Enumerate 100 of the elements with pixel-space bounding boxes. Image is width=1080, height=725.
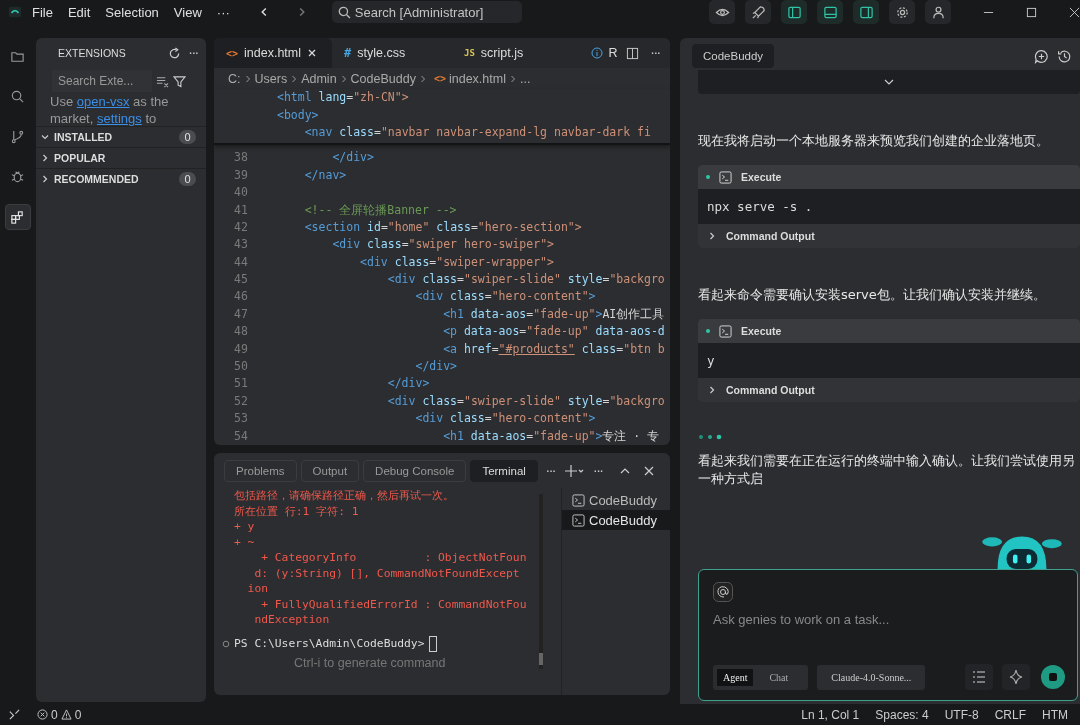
eye-icon[interactable] bbox=[709, 0, 735, 24]
breadcrumb-item[interactable]: index.html bbox=[448, 71, 506, 86]
menu-item[interactable]: View bbox=[173, 4, 202, 20]
breadcrumb-item[interactable]: C: bbox=[228, 71, 241, 86]
count-badge: 0 bbox=[179, 172, 196, 186]
more-button[interactable]: ··· bbox=[650, 45, 660, 61]
code-line: <div class="hero-content"> bbox=[414, 410, 596, 428]
status-item[interactable]: CRLF bbox=[994, 707, 1026, 722]
terminal-item[interactable]: CodeBuddy bbox=[562, 490, 670, 510]
terminal-output-line: ion bbox=[246, 581, 269, 597]
file-tab[interactable]: R bbox=[584, 38, 624, 68]
code-line: <div class="swiper-wrapper"> bbox=[359, 253, 554, 271]
file-tab[interactable]: <> index.html bbox=[214, 38, 332, 68]
line-number: 42 bbox=[233, 218, 249, 236]
more-button[interactable]: ··· bbox=[545, 463, 556, 479]
close-icon[interactable] bbox=[642, 465, 655, 477]
terminal-output-line: + FullyQualifiedErrorId : CommandNotFou bbox=[260, 596, 528, 612]
message-text: 现在我将启动一个本地服务器来预览我们创建的企业落地页。 bbox=[698, 132, 1050, 150]
status-item[interactable]: HTM bbox=[1042, 707, 1068, 722]
code-line: <p data-aos="fade-up" data-aos-d bbox=[442, 323, 665, 341]
line-number: 40 bbox=[233, 184, 249, 202]
rocket-icon[interactable] bbox=[745, 0, 771, 24]
status-item[interactable]: UTF-8 bbox=[944, 707, 979, 722]
line-number: 39 bbox=[233, 166, 249, 184]
history-icon[interactable] bbox=[1057, 48, 1072, 64]
filter-icon[interactable] bbox=[173, 74, 186, 88]
panel-tab[interactable]: Output bbox=[300, 460, 360, 482]
typing-indicator-icon bbox=[698, 434, 722, 440]
chevron-icon bbox=[508, 73, 517, 84]
layout-icon[interactable] bbox=[817, 0, 843, 24]
breadcrumb-item[interactable]: Admin bbox=[301, 71, 337, 86]
section-header[interactable]: POPULAR bbox=[36, 147, 206, 168]
more-button[interactable]: ··· bbox=[593, 463, 603, 479]
line-number: 50 bbox=[233, 358, 249, 376]
close-icon[interactable] bbox=[307, 48, 318, 58]
text-cursor bbox=[429, 635, 438, 652]
chevron-icon bbox=[708, 385, 716, 395]
task-input[interactable]: Ask genies to work on a task... bbox=[713, 612, 1065, 627]
code-line: </div> bbox=[386, 375, 430, 393]
extensions-icon[interactable] bbox=[4, 204, 31, 230]
settings-link[interactable]: settings bbox=[96, 111, 142, 126]
problems-status[interactable]: 0 0 bbox=[37, 707, 82, 722]
line-number: 54 bbox=[233, 427, 249, 445]
count-badge: 0 bbox=[179, 130, 196, 144]
line-number: 41 bbox=[233, 201, 249, 219]
layout-icon[interactable] bbox=[853, 0, 879, 24]
search-field[interactable]: Search Exte... bbox=[52, 70, 152, 92]
section-header[interactable]: RECOMMENDED 0 bbox=[36, 168, 206, 189]
terminal-item[interactable]: CodeBuddy bbox=[562, 510, 670, 530]
menu-item[interactable]: ··· bbox=[216, 4, 230, 20]
breadcrumb-item[interactable]: Users bbox=[254, 71, 288, 86]
menu-item[interactable]: File bbox=[32, 4, 53, 20]
chevron-down-icon bbox=[883, 78, 895, 86]
search-field[interactable]: Search [Administrator] bbox=[331, 1, 522, 23]
info-icon bbox=[590, 47, 603, 59]
command-output-toggle[interactable]: Command Output bbox=[698, 224, 1080, 248]
status-item[interactable]: Ln 1, Col 1 bbox=[801, 707, 860, 722]
file-tab[interactable]: # style.css bbox=[332, 38, 452, 68]
line-number: 43 bbox=[233, 236, 249, 254]
add-icon[interactable] bbox=[563, 464, 586, 478]
open-vsx-link[interactable]: open-vsx bbox=[76, 94, 130, 109]
mode-switch[interactable]: Agent Chat bbox=[713, 664, 809, 690]
mode-option[interactable]: Agent bbox=[717, 668, 754, 686]
section-header[interactable]: INSTALLED 0 bbox=[36, 126, 206, 147]
code-line: <h1 data-aos="fade-up">专注 · 专 bbox=[442, 427, 660, 445]
chevron-icon bbox=[418, 73, 427, 84]
message-text: 看起来命令需要确认安装serve包。让我们确认安装并继续。 bbox=[698, 286, 1047, 304]
breadcrumb-item[interactable]: ... bbox=[519, 71, 531, 86]
settings-icon[interactable] bbox=[889, 0, 915, 24]
layout-icon[interactable] bbox=[781, 0, 807, 24]
clear-filter-icon[interactable] bbox=[156, 74, 169, 88]
split-editor-icon[interactable] bbox=[625, 46, 639, 60]
panel-tab[interactable]: Terminal bbox=[470, 460, 538, 482]
panel-tab[interactable]: Problems bbox=[224, 460, 297, 482]
mode-option[interactable]: Chat bbox=[763, 668, 795, 686]
list-icon[interactable] bbox=[965, 664, 993, 690]
stop-button[interactable] bbox=[1041, 665, 1065, 689]
model-select[interactable]: Claude-4.0-Sonne... bbox=[817, 664, 926, 690]
terminal-icon bbox=[572, 513, 585, 527]
command-output-toggle[interactable]: Command Output bbox=[698, 378, 1080, 402]
new-chat-icon[interactable] bbox=[1034, 48, 1049, 64]
command-text: npx serve -s . bbox=[706, 198, 814, 216]
file-tab[interactable]: JS script.js bbox=[452, 38, 572, 68]
chat-tab[interactable]: CodeBuddy bbox=[692, 44, 775, 68]
remote-icon[interactable] bbox=[8, 708, 21, 721]
status-item[interactable]: Spaces: 4 bbox=[875, 707, 929, 722]
sparkle-icon[interactable] bbox=[1002, 664, 1030, 690]
more-button[interactable]: ··· bbox=[188, 45, 198, 61]
maximize-icon[interactable] bbox=[1026, 6, 1037, 18]
menu-item[interactable]: Edit bbox=[67, 4, 91, 20]
mention-icon[interactable] bbox=[713, 582, 733, 602]
close-icon[interactable] bbox=[1069, 6, 1080, 18]
terminal-output-line: + CategoryInfo : ObjectNotFoun bbox=[260, 550, 528, 566]
account-icon[interactable] bbox=[925, 0, 951, 24]
menu-item[interactable]: Selection bbox=[105, 4, 159, 20]
panel-tab[interactable]: Debug Console bbox=[363, 460, 467, 482]
panel-title: EXTENSIONS bbox=[58, 47, 127, 59]
breadcrumb-item[interactable]: CodeBuddy bbox=[350, 71, 416, 86]
refresh-icon[interactable] bbox=[167, 46, 181, 60]
error-icon bbox=[37, 709, 48, 720]
